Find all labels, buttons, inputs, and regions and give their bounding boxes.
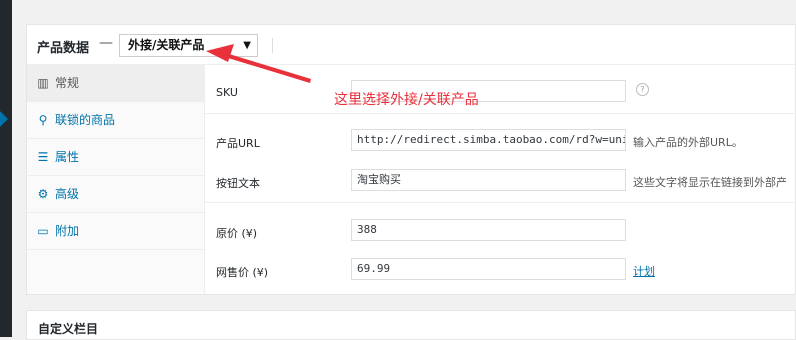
schedule-link[interactable]: 计划	[633, 263, 655, 279]
general-icon: ▥	[37, 76, 49, 90]
panel-title-dash: —	[99, 35, 113, 51]
product-type-value: 外接/关联产品	[128, 38, 205, 52]
addon-icon: ▭	[37, 224, 49, 238]
custom-fields-title: 自定义栏目	[38, 322, 99, 336]
tab-advanced[interactable]: ⚙ 高级	[27, 176, 204, 213]
annotation-text: 这里选择外接/关联产品	[334, 92, 479, 108]
button-text-hint: 这些文字将显示在链接到外部产	[633, 176, 787, 189]
tab-label: 高级	[55, 187, 80, 201]
product-data-tabs: ▥ 常规 ⚲ 联锁的商品 ☰ 属性 ⚙ 高级 ▭ 附加	[27, 65, 205, 294]
tab-label: 常规	[55, 76, 80, 90]
panel-title: 产品数据	[37, 41, 90, 56]
tab-label: 属性	[55, 150, 80, 164]
regular-price-input[interactable]: 388	[351, 219, 626, 241]
section-divider	[205, 202, 796, 203]
product-data-panel: 产品数据 — 外接/关联产品 ▼ ▥ 常规 ⚲ 联锁的商品 ☰ 属性 ⚙ 高级 …	[26, 24, 796, 295]
button-text-row: 按钮文本 淘宝购买 这些文字将显示在链接到外部产	[205, 168, 796, 198]
link-icon: ⚲	[38, 113, 48, 127]
attributes-icon: ☰	[37, 150, 49, 164]
regular-price-label: 原价 (¥)	[216, 227, 258, 240]
product-url-input[interactable]: http://redirect.simba.taobao.com/rd?w=un…	[351, 129, 626, 151]
header-divider	[272, 38, 273, 53]
section-divider	[205, 113, 796, 114]
product-url-row: 产品URL http://redirect.simba.taobao.com/r…	[205, 128, 796, 158]
sale-price-input[interactable]: 69.99	[351, 258, 626, 280]
tab-label: 联锁的商品	[55, 113, 116, 127]
product-url-hint: 输入产品的外部URL。	[633, 136, 743, 149]
gear-icon: ⚙	[37, 187, 49, 201]
sale-price-row: 网售价 (¥) 69.99 计划	[205, 257, 796, 287]
tab-general[interactable]: ▥ 常规	[27, 65, 204, 102]
sku-row: SKU ?	[205, 79, 796, 109]
tab-addon[interactable]: ▭ 附加	[27, 213, 204, 250]
button-text-label: 按钮文本	[216, 177, 260, 190]
custom-fields-panel: 自定义栏目	[26, 310, 796, 340]
button-text-input[interactable]: 淘宝购买	[351, 169, 626, 191]
tab-linked-products[interactable]: ⚲ 联锁的商品	[27, 102, 204, 139]
help-icon[interactable]: ?	[636, 83, 649, 96]
current-menu-pointer	[0, 111, 8, 127]
sale-price-label: 网售价 (¥)	[216, 266, 269, 279]
product-url-label: 产品URL	[216, 137, 260, 150]
sku-label: SKU	[216, 86, 238, 99]
tab-label: 附加	[55, 224, 80, 238]
admin-menu-strip	[0, 0, 12, 337]
regular-price-row: 原价 (¥) 388	[205, 218, 796, 248]
product-data-form: SKU ? 产品URL http://redirect.simba.taobao…	[205, 65, 796, 294]
product-type-select[interactable]: 外接/关联产品 ▼	[119, 34, 258, 57]
chevron-down-icon: ▼	[243, 40, 251, 51]
panel-header: 产品数据 — 外接/关联产品 ▼	[27, 25, 795, 65]
tab-attributes[interactable]: ☰ 属性	[27, 139, 204, 176]
